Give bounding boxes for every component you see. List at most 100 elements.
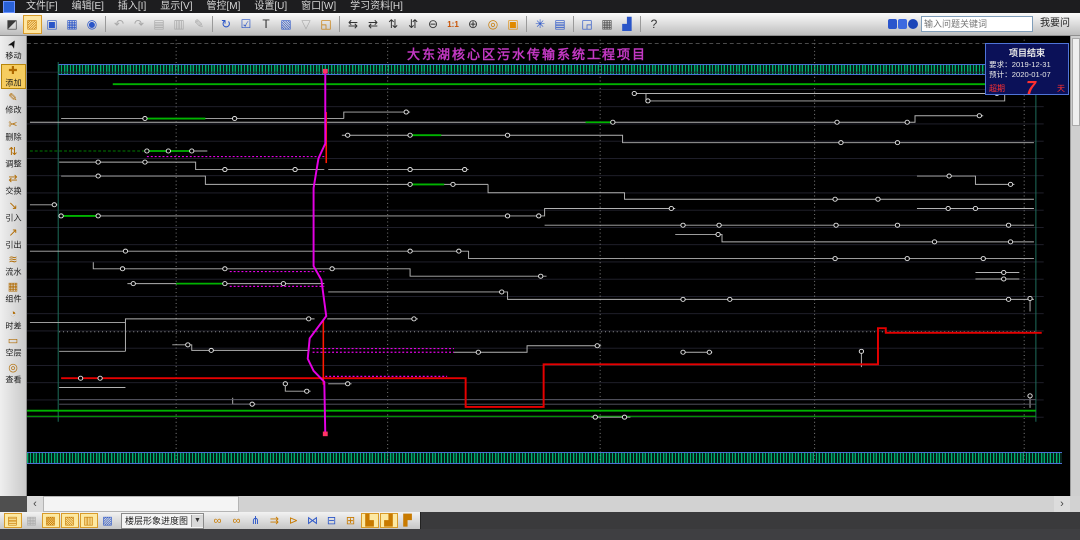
cross-mode-icon[interactable]: ⋈ xyxy=(304,513,322,528)
zoom-in-icon[interactable]: ⊕ xyxy=(464,15,483,34)
menu-item[interactable]: 设置[U] xyxy=(247,1,294,12)
inject-mode-icon[interactable]: ⊳ xyxy=(285,513,303,528)
collapse-horizontal-icon[interactable]: ⇄ xyxy=(364,15,383,34)
collapse-vertical-icon[interactable]: ⇵ xyxy=(404,15,423,34)
ask-button[interactable]: 我要问 xyxy=(1036,16,1074,32)
tool-delete[interactable]: ✂删除 xyxy=(1,118,26,143)
horizontal-scrollbar[interactable]: ‹ › xyxy=(27,496,1070,512)
component-icon: ▦ xyxy=(2,281,25,294)
tool-float[interactable]: ◔时差 xyxy=(1,307,26,332)
toolbar-icons: ◩▨▣▦◉↶↷▤▥✎↻☑T▧▽◱⇆⇄⇅⇵⊖1:1⊕◎▣✳▤◲▦▟? xyxy=(2,15,664,34)
horizontal-scrollbar-thumb[interactable] xyxy=(43,496,239,512)
new-file-icon[interactable]: ◩ xyxy=(3,15,22,34)
menu-item[interactable]: 显示[V] xyxy=(153,1,199,12)
tool-label: 组件 xyxy=(3,295,24,304)
select-region-icon[interactable]: ▣ xyxy=(504,15,523,34)
format-brush-icon: ✎ xyxy=(190,15,209,34)
vertical-scrollbar-thumb[interactable] xyxy=(1072,38,1080,126)
frontline-marker xyxy=(323,69,328,74)
open-file-icon[interactable]: ▨ xyxy=(23,15,42,34)
event-node xyxy=(96,174,100,178)
menu-item[interactable]: 编辑[E] xyxy=(65,1,111,12)
expand-vertical-icon[interactable]: ⇅ xyxy=(384,15,403,34)
copy-icon: ▤ xyxy=(150,15,169,34)
layers-icon[interactable]: ◱ xyxy=(317,15,336,34)
refresh-icon[interactable]: ↻ xyxy=(217,15,236,34)
link-mode-1-icon[interactable]: ∞ xyxy=(209,513,227,528)
view-gantt-icon[interactable]: ▧ xyxy=(61,513,79,528)
zoom-region-icon[interactable]: ◎ xyxy=(484,15,503,34)
print-icon[interactable]: ▦ xyxy=(598,15,617,34)
tool-lead-out[interactable]: ↗引出 xyxy=(1,226,26,251)
branch-mode-icon[interactable]: ⋔ xyxy=(247,513,265,528)
tool-label: 添加 xyxy=(3,79,24,88)
filter-icon: ▽ xyxy=(297,15,316,34)
view-ribbon-icon[interactable]: ▥ xyxy=(80,513,98,528)
print-preview-icon[interactable]: ◲ xyxy=(578,15,597,34)
align-mode-icon[interactable]: ⇉ xyxy=(266,513,284,528)
event-node xyxy=(305,389,309,393)
event-node xyxy=(681,223,685,227)
tool-move[interactable]: ➤移动 xyxy=(1,37,26,62)
scrollbar-corner-left xyxy=(0,496,27,512)
view-network-icon[interactable]: ▩ xyxy=(42,513,60,528)
help-icon[interactable]: ? xyxy=(645,15,664,34)
save-all-icon[interactable]: ▦ xyxy=(63,15,82,34)
toolbar-separator xyxy=(212,16,213,32)
save-icon[interactable]: ▣ xyxy=(43,15,62,34)
flow-icon: ≋ xyxy=(2,254,25,267)
tool-add[interactable]: ✚添加 xyxy=(1,64,26,89)
vertical-scrollbar[interactable] xyxy=(1070,36,1080,496)
project-target-icon[interactable]: ◉ xyxy=(83,15,102,34)
tool-modify[interactable]: ✎修改 xyxy=(1,91,26,116)
chart-stat-icon[interactable]: ▛ xyxy=(399,513,417,528)
toolbar-separator xyxy=(105,16,106,32)
zoom-out-icon[interactable]: ⊖ xyxy=(424,15,443,34)
scroll-left-arrow[interactable]: ‹ xyxy=(27,496,43,512)
tool-label: 空层 xyxy=(3,349,24,358)
view-save-icon[interactable]: ▤ xyxy=(4,513,22,528)
chevron-down-icon[interactable]: ▼ xyxy=(191,515,203,527)
plan-board-icon[interactable]: ▤ xyxy=(551,15,570,34)
tool-label: 调整 xyxy=(3,160,24,169)
task-check-icon[interactable]: ☑ xyxy=(237,15,256,34)
view-type-dropdown[interactable]: 楼层形象进度图▼ xyxy=(121,513,204,529)
network-diagram xyxy=(27,36,1070,496)
tool-view[interactable]: ◎查看 xyxy=(1,361,26,386)
scroll-right-arrow[interactable]: › xyxy=(1054,496,1070,512)
tool-adjust[interactable]: ⇅调整 xyxy=(1,145,26,170)
toolbar-separator xyxy=(573,16,574,32)
actual-size-icon[interactable]: 1:1 xyxy=(444,15,463,34)
box-mode-icon[interactable]: ⊟ xyxy=(323,513,341,528)
chart-icon[interactable]: ▟ xyxy=(618,15,637,34)
grid-mode-icon[interactable]: ⊞ xyxy=(342,513,360,528)
menu-item[interactable]: 文件[F] xyxy=(19,1,65,12)
settings-icon[interactable]: ✳ xyxy=(531,15,550,34)
network-diagram-canvas[interactable]: 大东湖核心区污水传输系统工程项目 项目结束 要求：2019-12-31 预计：2… xyxy=(27,36,1070,496)
image-tool-icon[interactable]: ▧ xyxy=(277,15,296,34)
link-mode-2-icon[interactable]: ∞ xyxy=(228,513,246,528)
menu-item[interactable]: 管控[M] xyxy=(199,1,247,12)
event-node xyxy=(131,282,135,286)
event-node xyxy=(346,133,350,137)
view-panel-icon[interactable]: ▨ xyxy=(99,513,117,528)
view-table-icon: ▦ xyxy=(23,513,41,528)
chart-floor-icon[interactable]: ▙ xyxy=(361,513,379,528)
expand-horizontal-icon[interactable]: ⇆ xyxy=(344,15,363,34)
text-tool-icon[interactable]: T xyxy=(257,15,276,34)
tool-empty-layer[interactable]: ▭空层 xyxy=(1,334,26,359)
undo-icon: ↶ xyxy=(110,15,129,34)
event-node xyxy=(505,133,509,137)
menu-item[interactable]: 窗口[W] xyxy=(294,1,343,12)
tool-swap[interactable]: ⇄交换 xyxy=(1,172,26,197)
question-search-input[interactable] xyxy=(921,16,1033,32)
overdue-days: 7 xyxy=(1026,80,1036,96)
tool-lead-in[interactable]: ↘引入 xyxy=(1,199,26,224)
tool-label: 查看 xyxy=(3,376,24,385)
main-toolbar: ◩▨▣▦◉↶↷▤▥✎↻☑T▧▽◱⇆⇄⇅⇵⊖1:1⊕◎▣✳▤◲▦▟? 我要问 xyxy=(0,13,1080,36)
chart-progress-icon[interactable]: ▟ xyxy=(380,513,398,528)
menu-item[interactable]: 学习资料[H] xyxy=(343,1,410,12)
tool-component[interactable]: ▦组件 xyxy=(1,280,26,305)
menu-item[interactable]: 插入[I] xyxy=(111,1,153,12)
tool-flow[interactable]: ≋流水 xyxy=(1,253,26,278)
